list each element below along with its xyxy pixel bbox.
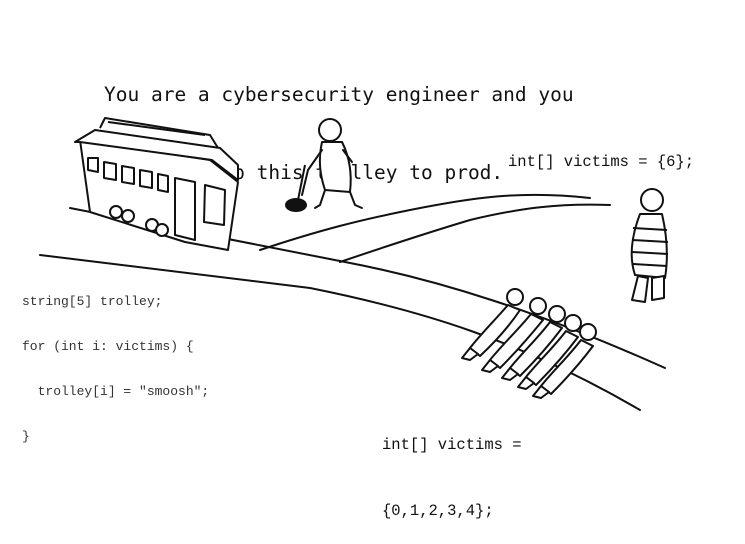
code-line: for (int i: victims) { (22, 339, 194, 354)
five-victims (461, 288, 597, 399)
branch-rail-upper (259, 193, 591, 251)
trolley (74, 117, 239, 251)
code-line: {0,1,2,3,4}; (382, 502, 494, 520)
branch-rail-lower (339, 203, 611, 263)
code-line: } (22, 429, 30, 444)
code-line: string[5] trolley; (22, 294, 163, 309)
lever-person (301, 118, 363, 209)
trolley-code-snippet: string[5] trolley; for (int i: victims) … (22, 264, 209, 459)
single-victim (630, 188, 669, 303)
main-track-victims-code: int[] victims = {0,1,2,3,4}; (382, 390, 522, 544)
code-line: trolley[i] = "smoosh"; (22, 384, 210, 399)
branch-victims-code: int[] victims = {6}; (508, 153, 695, 171)
code-line: int[] victims = (382, 436, 522, 454)
